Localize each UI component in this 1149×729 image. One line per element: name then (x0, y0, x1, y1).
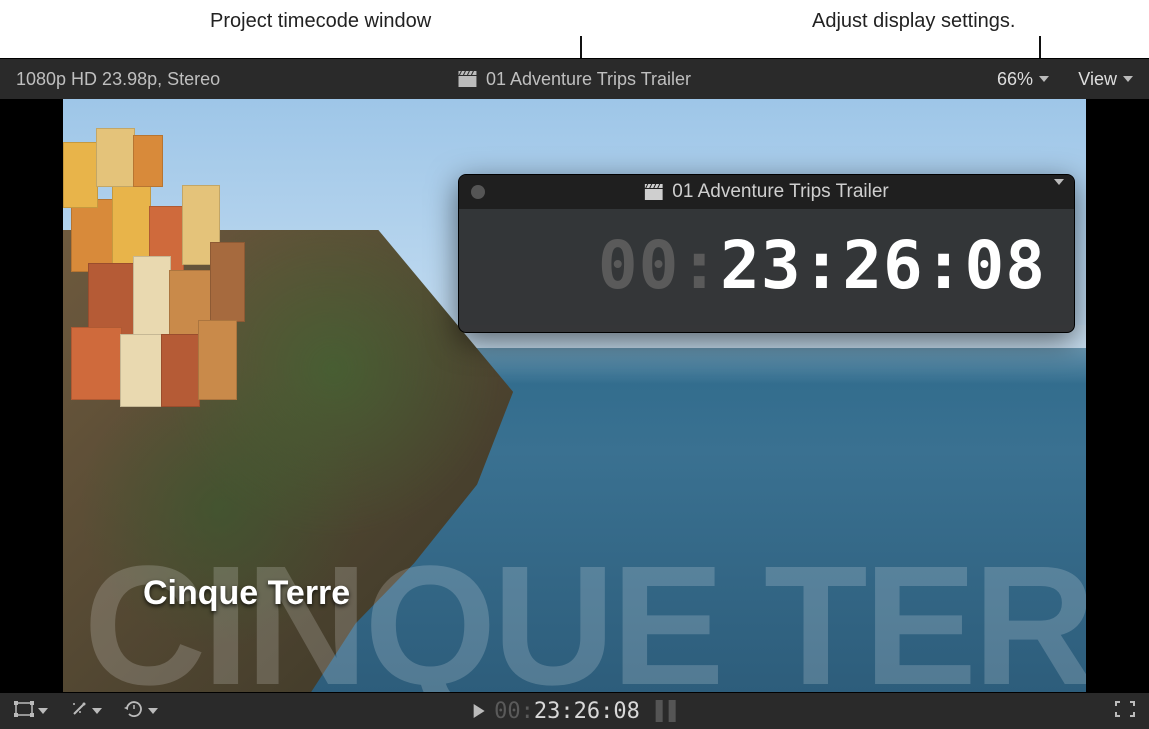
enhance-dropdown[interactable] (70, 700, 102, 723)
annotation-layer: Project timecode window Adjust display s… (0, 0, 1149, 58)
title-foreground-small: Cinque Terre (143, 574, 350, 613)
timecode-window-title-text: 01 Adventure Trips Trailer (672, 181, 889, 203)
chevron-down-icon (1123, 76, 1133, 82)
timecode-value: 23:26:08 (720, 227, 1046, 304)
view-dropdown[interactable]: View (1078, 69, 1133, 90)
chevron-down-icon (92, 708, 102, 714)
fullscreen-icon (1115, 701, 1135, 717)
timecode-window-titlebar[interactable]: 01 Adventure Trips Trailer (459, 175, 1074, 209)
callout-timecode-window: Project timecode window (210, 10, 431, 33)
scene-village (63, 99, 472, 455)
viewer-toolbar: 1080p HD 23.98p, Stereo 01 Adventure Tri… (0, 59, 1149, 100)
clapper-icon (644, 184, 662, 200)
playhead-timecode[interactable]: 00:23:26:08 (473, 699, 676, 724)
timecode-window-title: 01 Adventure Trips Trailer (644, 181, 889, 203)
timecode-hours-dim: 00: (494, 699, 534, 724)
viewer-bottombar: 00:23:26:08 (0, 692, 1149, 729)
pause-indicator (656, 700, 676, 722)
timecode-hours-dim: 00: (598, 227, 720, 304)
chevron-down-icon (1039, 76, 1049, 82)
close-icon[interactable] (471, 185, 485, 199)
timecode-value: 23:26:08 (534, 699, 640, 724)
viewer-panel: 1080p HD 23.98p, Stereo 01 Adventure Tri… (0, 58, 1149, 729)
view-label: View (1078, 69, 1117, 90)
transform-icon (14, 701, 34, 722)
chevron-down-icon (1054, 179, 1064, 202)
clapper-icon (458, 71, 476, 87)
transform-dropdown[interactable] (14, 701, 48, 722)
callout-display-settings: Adjust display settings. (812, 10, 1015, 33)
timecode-window[interactable]: 01 Adventure Trips Trailer 00:23:26:08 (458, 174, 1075, 333)
wand-icon (70, 700, 88, 723)
chevron-down-icon (148, 708, 158, 714)
timecode-display[interactable]: 00:23:26:08 (459, 209, 1074, 332)
zoom-value: 66% (997, 69, 1033, 90)
retime-icon (124, 700, 144, 723)
project-title-text: 01 Adventure Trips Trailer (486, 69, 691, 90)
retime-dropdown[interactable] (124, 700, 158, 723)
project-title: 01 Adventure Trips Trailer (458, 69, 691, 90)
play-icon (473, 704, 484, 718)
zoom-dropdown[interactable]: 66% (997, 69, 1049, 90)
chevron-down-icon (38, 708, 48, 714)
format-readout: 1080p HD 23.98p, Stereo (16, 69, 220, 90)
timecode-settings-button[interactable] (1054, 185, 1064, 203)
fullscreen-button[interactable] (1115, 701, 1135, 722)
